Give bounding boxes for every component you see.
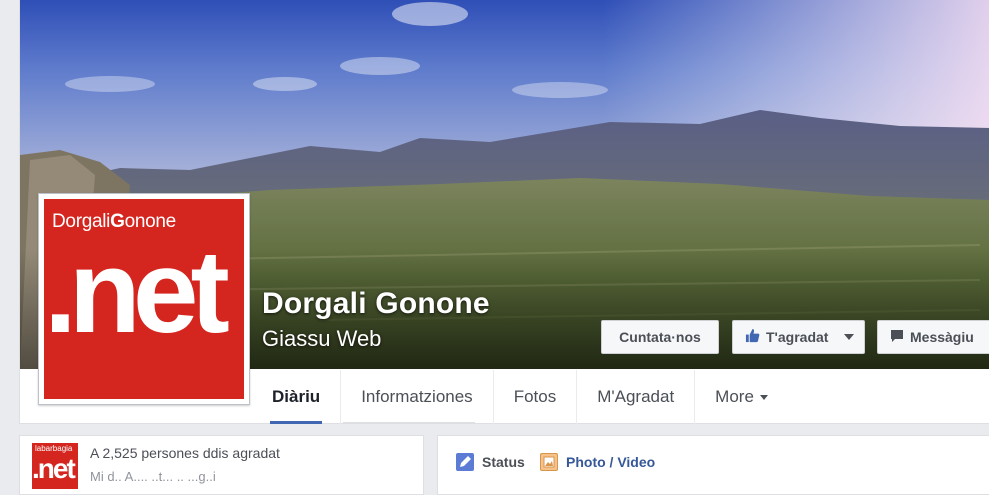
message-icon	[890, 329, 904, 346]
photo-icon	[540, 453, 558, 471]
likes-count-text[interactable]: A 2,525 persones ddis agradat	[90, 445, 280, 461]
photo-video-label: Photo / Video	[566, 454, 656, 470]
tab-label: M'Agradat	[597, 387, 675, 406]
mini-logo[interactable]: labarbagia .net	[32, 443, 78, 489]
photo-video-button[interactable]: Photo / Video	[540, 453, 655, 471]
page-header-panel: Dorgali Gonone Giassu Web Cuntata·nos T'…	[19, 0, 989, 424]
tab-more[interactable]: More	[695, 370, 788, 424]
thumbs-up-icon	[745, 328, 760, 346]
status-label: Status	[482, 454, 525, 470]
tab-about[interactable]: Informatziones	[341, 370, 494, 424]
tab-timeline[interactable]: Diàriu	[252, 370, 342, 424]
profile-logo: DorgaliGonone .net	[44, 199, 244, 399]
pencil-icon	[456, 453, 474, 471]
tab-photos[interactable]: Fotos	[494, 370, 578, 424]
page-title[interactable]: Dorgali Gonone	[262, 287, 490, 321]
contact-us-button[interactable]: Cuntata·nos	[601, 320, 719, 354]
chevron-down-icon	[844, 334, 855, 340]
mini-logo-small-text: labarbagia	[35, 444, 73, 453]
logo-net-text: .net	[44, 226, 230, 358]
caret-down-icon	[759, 394, 768, 400]
like-label: T'agradat	[766, 329, 829, 345]
tab-label: Diàriu	[272, 387, 321, 406]
composer-card: Status Photo / Video	[437, 435, 989, 495]
likes-card: labarbagia .net A 2,525 persones ddis ag…	[19, 435, 424, 495]
profile-picture[interactable]: DorgaliGonone .net	[38, 193, 250, 405]
tab-likes[interactable]: M'Agradat	[577, 370, 696, 424]
contact-us-label: Cuntata·nos	[619, 329, 701, 345]
mini-logo-big-text: .net	[32, 453, 76, 484]
tab-label: More	[715, 387, 754, 406]
page-category[interactable]: Giassu Web	[262, 326, 381, 352]
likes-sub-text: Mi d.. A.... ..t... .. ...g..i	[90, 469, 216, 484]
message-label: Messàgiu	[910, 329, 974, 345]
tab-label: Informatziones	[361, 387, 473, 406]
message-button[interactable]: Messàgiu	[877, 320, 989, 354]
tab-label: Fotos	[513, 387, 557, 406]
like-button[interactable]: T'agradat	[732, 320, 865, 354]
status-button[interactable]: Status	[456, 453, 525, 471]
page-tabs: Diàriu Informatziones Fotos M'Agradat Mo…	[252, 370, 788, 424]
